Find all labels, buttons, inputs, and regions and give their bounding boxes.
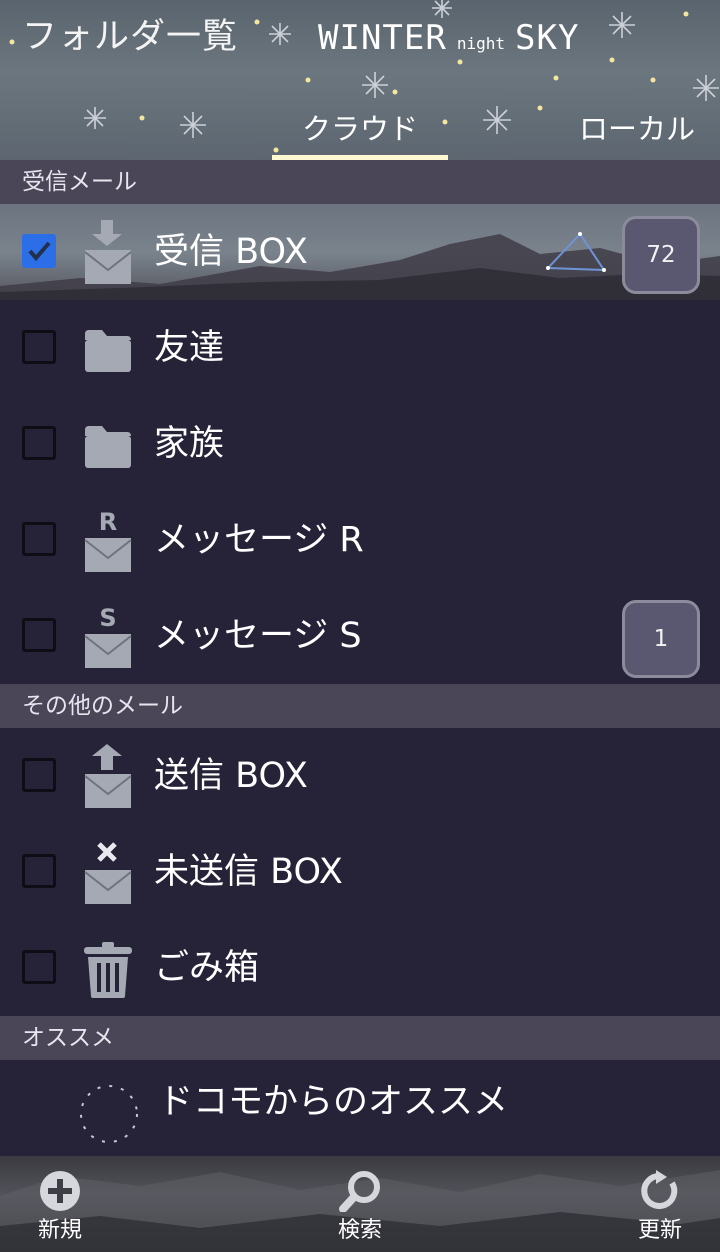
new-mail-button-label: 新規 xyxy=(37,1218,82,1243)
section-header-other-mail: その他のメール xyxy=(0,684,720,728)
unread-count-badge: 1 xyxy=(622,600,700,678)
svg-text:S: S xyxy=(99,604,116,632)
folder-checkbox[interactable] xyxy=(22,522,56,556)
folder-label: 友達 xyxy=(154,328,225,368)
folder-row-friends[interactable]: 友達 xyxy=(0,300,720,396)
dotted-circle-icon xyxy=(78,1072,138,1144)
folder-row-message-s[interactable]: S メッセージ S 1 xyxy=(0,588,720,684)
tab-cloud[interactable]: クラウド xyxy=(272,106,448,160)
folder-checkbox[interactable] xyxy=(22,854,56,888)
folder-icon xyxy=(82,312,134,384)
folder-row-message-r[interactable]: R メッセージ R xyxy=(0,492,720,588)
unread-count-badge: 72 xyxy=(622,216,700,294)
logo-word-night: night xyxy=(456,34,505,53)
folder-row-trash[interactable]: ごみ箱 xyxy=(0,920,720,1016)
folder-checkbox[interactable] xyxy=(22,950,56,984)
unsent-mail-icon xyxy=(82,836,134,908)
logo-word-sky: SKY xyxy=(515,18,580,58)
folder-label: ごみ箱 xyxy=(154,948,260,988)
section-header-inbox-mail: 受信メール xyxy=(0,160,720,204)
folder-label: 送信 BOX xyxy=(154,756,308,796)
folder-checkbox[interactable] xyxy=(22,234,56,268)
folder-label: メッセージ R xyxy=(154,520,364,560)
folder-row-outbox[interactable]: 送信 BOX xyxy=(0,728,720,824)
search-button[interactable]: 検索 xyxy=(300,1156,420,1252)
tab-cloud-label: クラウド xyxy=(301,112,418,146)
folder-icon xyxy=(82,408,134,480)
folder-checkbox[interactable] xyxy=(22,330,56,364)
search-button-label: 検索 xyxy=(337,1218,382,1243)
outbox-upload-mail-icon xyxy=(82,740,134,812)
new-mail-button[interactable]: 新規 xyxy=(0,1156,120,1252)
logo-word-winter: WINTER xyxy=(318,18,447,58)
folder-checkbox[interactable] xyxy=(22,758,56,792)
folder-label: 家族 xyxy=(154,424,225,464)
search-icon xyxy=(339,1171,380,1212)
message-s-mail-icon: S xyxy=(82,600,134,672)
folder-checkbox[interactable] xyxy=(22,618,56,652)
plus-circle-icon xyxy=(40,1171,80,1211)
refresh-button[interactable]: 更新 xyxy=(600,1156,720,1252)
tab-local[interactable]: ローカル xyxy=(568,106,706,160)
folder-checkbox[interactable] xyxy=(22,426,56,460)
recommend-label: ドコモからのオススメ xyxy=(158,1082,509,1122)
folder-row-family[interactable]: 家族 xyxy=(0,396,720,492)
page-title: フォルダ一覧 xyxy=(22,17,239,57)
header: フォルダ一覧 WINTER night SKY クラウド ローカル xyxy=(0,0,720,160)
tab-local-label: ローカル xyxy=(578,112,695,146)
message-r-mail-icon: R xyxy=(82,504,134,576)
trash-icon xyxy=(82,932,134,1004)
folder-label: メッセージ S xyxy=(154,616,362,656)
bottom-toolbar: 新規 検索 更新 xyxy=(0,1156,720,1252)
theme-logo: WINTER night SKY xyxy=(318,18,579,58)
folder-row-inbox[interactable]: 受信 BOX 72 xyxy=(0,204,720,300)
checkmark-icon xyxy=(28,241,51,262)
folder-label: 受信 BOX xyxy=(154,232,308,272)
svg-text:R: R xyxy=(99,508,117,536)
refresh-button-label: 更新 xyxy=(637,1218,682,1243)
inbox-download-mail-icon xyxy=(82,216,134,288)
folder-label: 未送信 BOX xyxy=(154,852,343,892)
folder-row-unsent[interactable]: 未送信 BOX xyxy=(0,824,720,920)
recommend-row-docomo[interactable]: ドコモからのオススメ xyxy=(0,1060,720,1156)
refresh-icon xyxy=(641,1170,678,1209)
